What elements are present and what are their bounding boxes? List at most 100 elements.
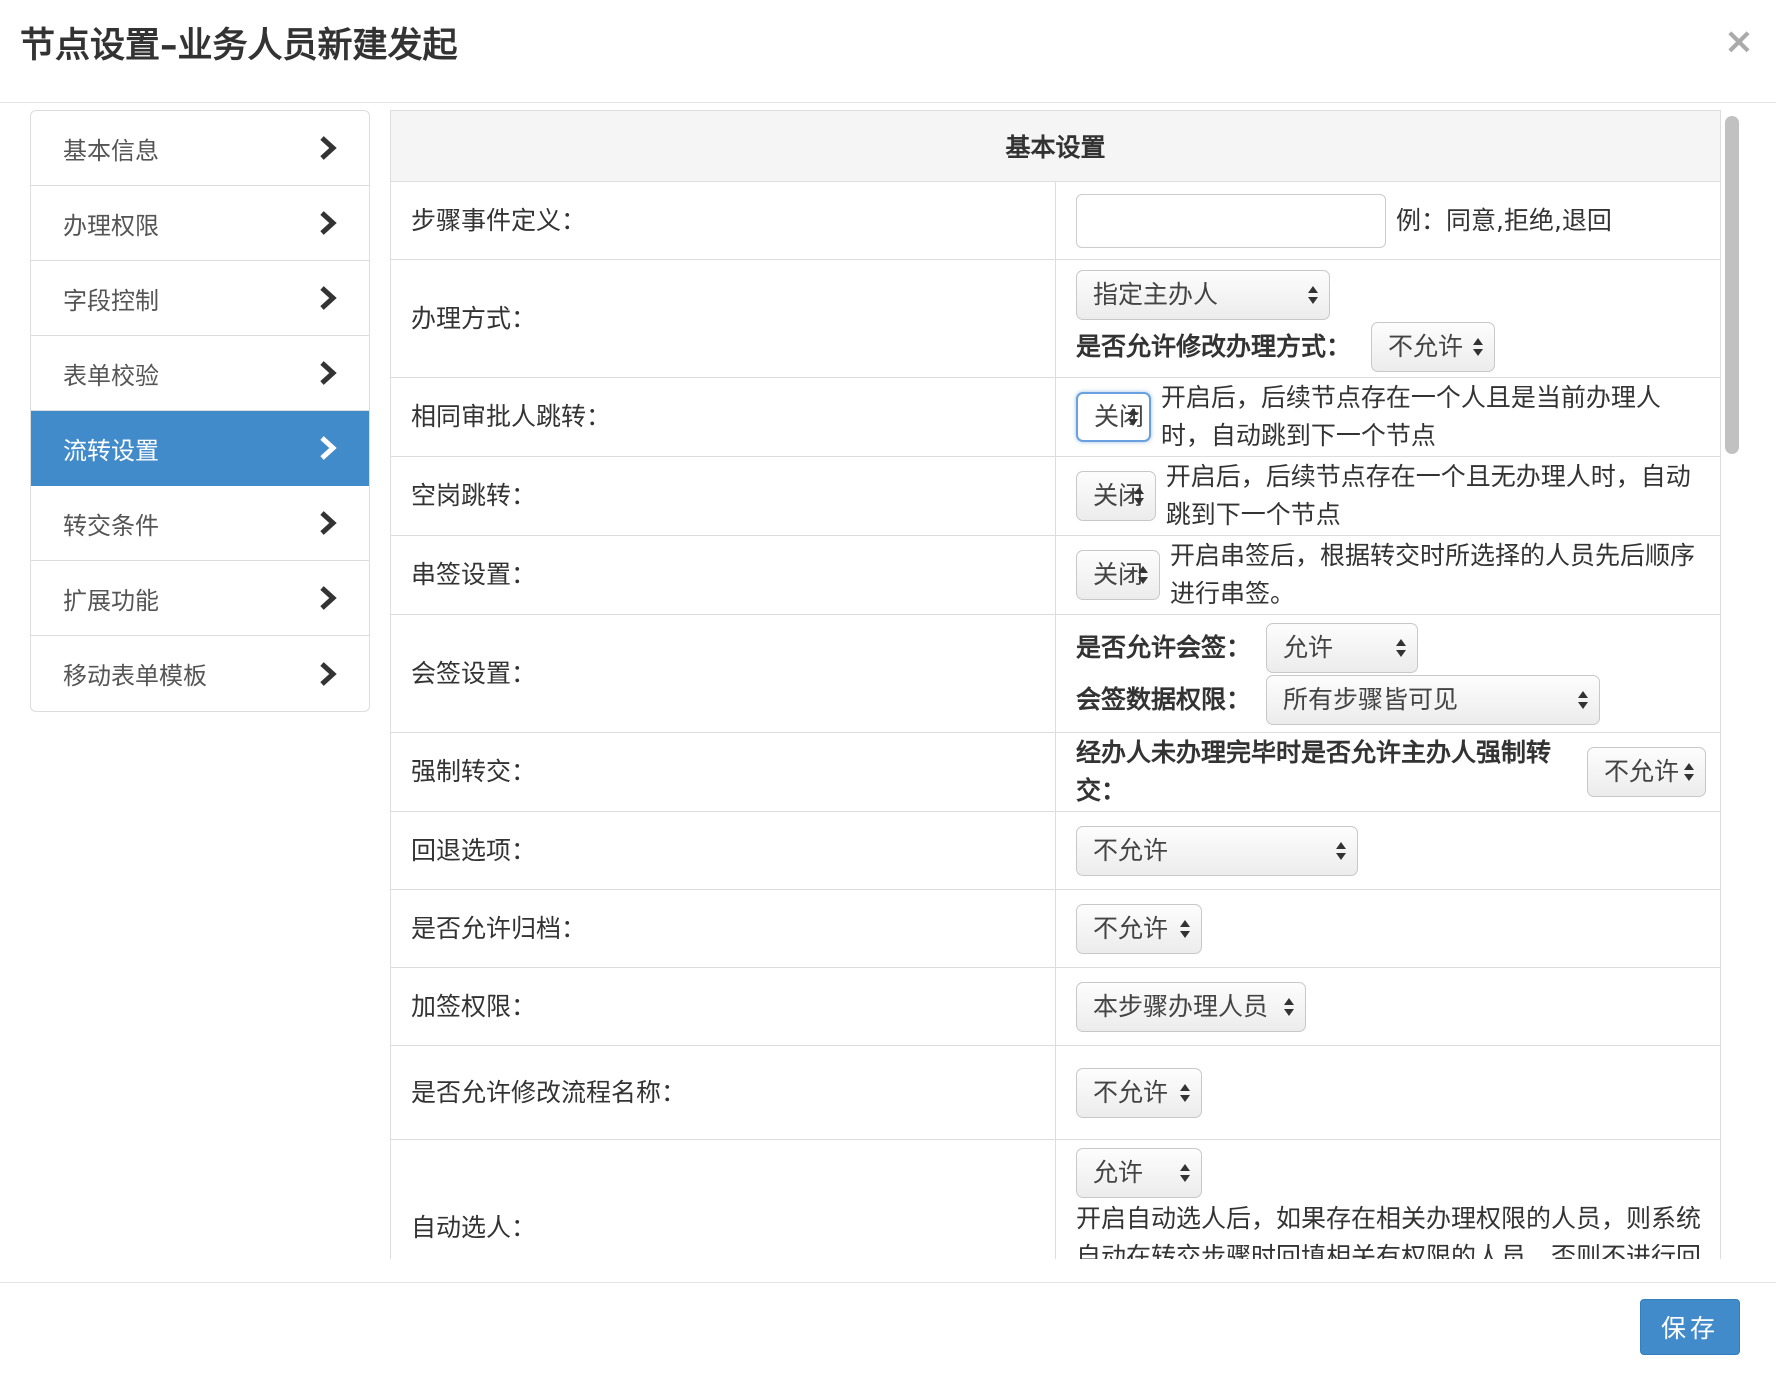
sidebar-item-basic-info[interactable]: 基本信息 [31,111,369,186]
table-row: 空岗跳转： 关闭 开启后，后续节点存在一个且无办理人时，自动跳到下一个节点 [391,456,1720,536]
save-button[interactable]: 保存 [1640,1299,1740,1355]
rename-flow-select[interactable]: 不允许 [1076,1067,1202,1118]
select-value: 不允许 [1604,757,1680,786]
same-approver-select[interactable]: 关闭 [1076,392,1151,442]
table-row: 串签设置： 关闭 开启串签后，根据转交时所选择的人员先后顺序进行串签。 [391,535,1720,615]
sidebar-item-label: 办理权限 [63,211,159,240]
auto-select-select[interactable]: 允许 [1076,1148,1202,1198]
serial-sign-note: 开启串签后，根据转交时所选择的人员先后顺序进行串签。 [1169,541,1695,608]
step-event-input[interactable] [1076,193,1386,248]
countersign-allow-label: 是否允许会签： [1076,632,1252,662]
select-arrows-icon [1179,918,1191,940]
table-row: 相同审批人跳转： 关闭 开启后，后续节点存在一个人且是当前办理人时，自动跳到下一… [391,377,1720,457]
row-label: 是否允许归档： [391,889,1056,968]
sidebar-item-label: 基本信息 [63,136,159,165]
sidebar-item-label: 转交条件 [63,511,159,540]
row-label: 空岗跳转： [391,456,1056,536]
select-arrows-icon [1395,637,1407,659]
settings-sidebar: 基本信息 办理权限 字段控制 表单校验 流转设置 转交条件 扩展功能 移动表单模… [30,110,370,712]
select-arrows-icon [1335,840,1347,862]
row-label: 是否允许修改流程名称： [391,1045,1056,1140]
sidebar-item-transfer-conditions[interactable]: 转交条件 [31,486,369,561]
countersign-allow-select[interactable]: 允许 [1266,622,1418,673]
table-row: 加签权限： 本步骤办理人员 [391,967,1720,1046]
table-header: 基本设置 [391,111,1720,182]
dialog-header: 节点设置–业务人员新建发起 × [0,0,1776,103]
select-arrows-icon [1137,564,1149,586]
force-transfer-question: 经办人未办理完毕时是否允许主办人强制转交： [1076,738,1552,805]
chevron-right-icon [317,661,339,687]
select-arrows-icon [1577,689,1589,711]
row-label: 强制转交： [391,732,1056,812]
node-settings-dialog: 节点设置–业务人员新建发起 × 基本信息 办理权限 字段控制 表单校验 流转设置… [0,0,1776,1381]
sidebar-item-label: 扩展功能 [63,586,159,615]
chevron-right-icon [317,285,339,311]
select-arrows-icon [1283,996,1295,1018]
sidebar-item-mobile-template[interactable]: 移动表单模板 [31,636,369,711]
select-arrows-icon [1179,1082,1191,1104]
archive-select[interactable]: 不允许 [1076,903,1202,954]
scrollbar-thumb[interactable] [1725,116,1739,454]
table-row: 办理方式： 指定主办人 是否允许修改办理方式： 不允许 [391,259,1720,378]
sidebar-item-label: 流转设置 [63,436,159,465]
table-row: 是否允许修改流程名称： 不允许 [391,1045,1720,1140]
content-scrollbar[interactable] [1722,110,1742,1258]
select-value: 本步骤办理人员 [1093,991,1269,1021]
select-arrows-icon [1472,336,1484,358]
countersign-perm-label: 会签数据权限： [1076,684,1252,714]
serial-sign-select[interactable]: 关闭 [1076,550,1160,600]
chevron-right-icon [317,585,339,611]
select-value: 允许 [1093,1158,1144,1187]
sidebar-item-flow-settings[interactable]: 流转设置 [31,411,369,486]
force-transfer-select[interactable]: 不允许 [1587,747,1706,797]
select-value: 所有步骤皆可见 [1283,684,1459,714]
handle-mode-modify-label: 是否允许修改办理方式： [1076,331,1352,361]
select-value: 不允许 [1093,1077,1169,1107]
add-sign-select[interactable]: 本步骤办理人员 [1076,981,1306,1032]
chevron-right-icon [317,435,339,461]
same-approver-note: 开启后，后续节点存在一个人且是当前办理人时，自动跳到下一个节点 [1160,383,1661,450]
table-row: 回退选项： 不允许 [391,811,1720,890]
handle-mode-select[interactable]: 指定主办人 [1076,269,1330,320]
vacant-jump-note: 开启后，后续节点存在一个且无办理人时，自动跳到下一个节点 [1165,462,1691,529]
step-event-hint: 例：同意,拒绝,退回 [1396,205,1612,235]
handle-mode-modify-select[interactable]: 不允许 [1371,321,1496,372]
table-row: 强制转交： 经办人未办理完毕时是否允许主办人强制转交： 不允许 [391,732,1720,812]
select-value: 不允许 [1093,835,1169,865]
table-row: 是否允许归档： 不允许 [391,889,1720,968]
row-label: 加签权限： [391,967,1056,1046]
row-label: 串签设置： [391,535,1056,615]
select-value: 允许 [1283,632,1334,662]
select-arrows-icon [1179,1162,1191,1184]
chevron-right-icon [317,135,339,161]
countersign-perm-select[interactable]: 所有步骤皆可见 [1266,674,1600,725]
rollback-select[interactable]: 不允许 [1076,825,1358,876]
table-row: 步骤事件定义： 例：同意,拒绝,退回 [391,181,1720,260]
select-value: 指定主办人 [1093,279,1219,309]
settings-table: 基本设置 步骤事件定义： 例：同意,拒绝,退回 办理方式： 指定主办人 是否允许… [391,111,1720,1259]
select-arrows-icon [1683,761,1695,783]
vacant-jump-select[interactable]: 关闭 [1076,471,1156,521]
settings-content: 基本设置 步骤事件定义： 例：同意,拒绝,退回 办理方式： 指定主办人 是否允许… [390,110,1721,1259]
select-value: 关闭 [1093,560,1144,589]
sidebar-item-label: 移动表单模板 [63,662,207,690]
chevron-right-icon [317,510,339,536]
close-icon[interactable]: × [1724,22,1754,62]
sidebar-item-extensions[interactable]: 扩展功能 [31,561,369,636]
sidebar-item-handle-permission[interactable]: 办理权限 [31,186,369,261]
select-value: 不允许 [1093,913,1169,943]
sidebar-item-form-validation[interactable]: 表单校验 [31,336,369,411]
row-label: 回退选项： [391,811,1056,890]
sidebar-item-field-control[interactable]: 字段控制 [31,261,369,336]
row-label: 自动选人： [391,1139,1056,1259]
chevron-right-icon [317,360,339,386]
select-value: 不允许 [1388,331,1464,361]
select-arrows-icon [1307,284,1319,306]
table-row: 会签设置： 是否允许会签： 允许 会签数据权限： 所有步骤皆可见 [391,614,1720,733]
row-label: 相同审批人跳转： [391,377,1056,457]
auto-select-note: 开启自动选人后，如果存在相关办理权限的人员，则系统自动在转交步骤时回填相关有权限… [1076,1204,1702,1259]
dialog-title: 节点设置–业务人员新建发起 [20,26,458,66]
sidebar-item-label: 表单校验 [63,361,159,390]
table-row: 自动选人： 允许 开启自动选人后，如果存在相关办理权限的人员，则系统自动在转交步… [391,1139,1720,1259]
select-arrows-icon [1133,485,1145,507]
